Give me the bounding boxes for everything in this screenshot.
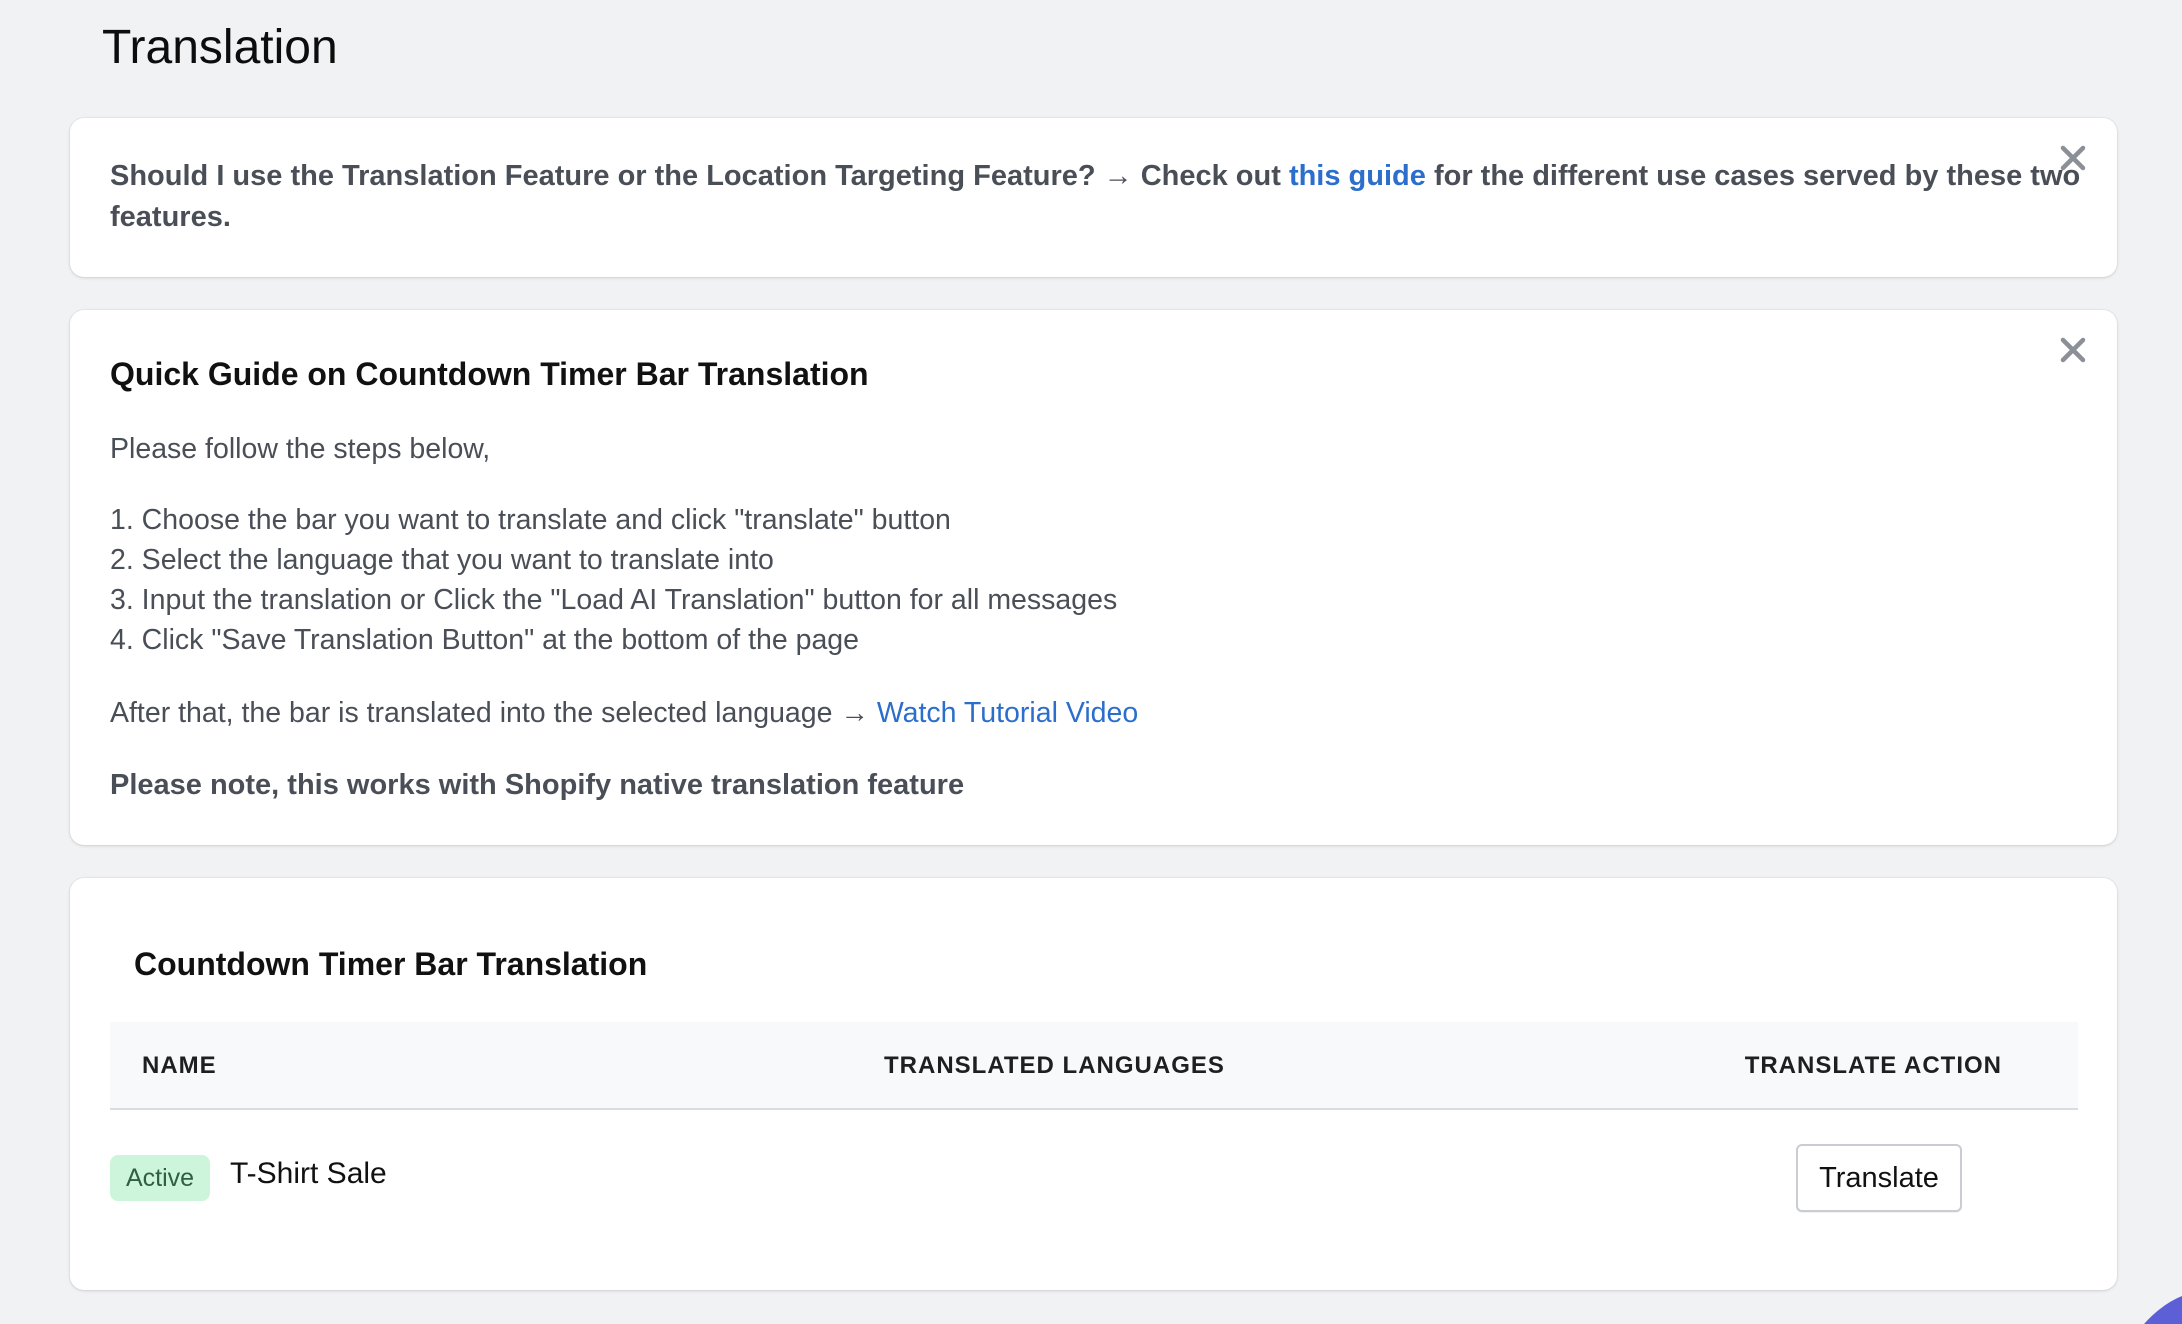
this-guide-link[interactable]: this guide [1289,160,1426,192]
status-badge: Active [110,1155,211,1201]
notice-text: Should I use the Translation Feature or … [110,156,2100,238]
guide-note: Please note, this works with Shopify nat… [110,769,965,801]
column-header-translate-action: TRANSLATE ACTION [1744,1052,2002,1079]
translation-table-card: Countdown Timer Bar Translation NAME TRA… [70,878,2117,1290]
guide-close-button[interactable] [2051,328,2095,372]
guide-step: 2. Select the language that you want to … [110,544,774,576]
corner-accent [2138,1296,2182,1324]
guide-intro: Please follow the steps below, [110,433,491,465]
translate-button[interactable]: Translate [1796,1144,1962,1212]
table-header: NAME TRANSLATED LANGUAGES TRANSLATE ACTI… [110,1022,2078,1110]
guide-step: 3. Input the translation or Click the "L… [110,584,1118,616]
guide-step: 1. Choose the bar you want to translate … [110,504,951,536]
guide-after-label: After that, the bar is translated into t… [110,697,877,729]
notice-card: Should I use the Translation Feature or … [70,118,2117,277]
close-icon [2060,337,2086,363]
close-icon [2060,145,2086,171]
column-header-name: NAME [142,1052,217,1079]
notice-close-button[interactable] [2051,136,2095,180]
bar-name: T-Shirt Sale [230,1157,387,1190]
guide-after-text: After that, the bar is translated into t… [110,693,1138,733]
table-row: Active T-Shirt Sale Translate [110,1110,2078,1240]
watch-tutorial-video-link[interactable]: Watch Tutorial Video [877,697,1138,729]
table-title: Countdown Timer Bar Translation [134,946,648,982]
page-title: Translation [102,21,338,74]
guide-step: 4. Click "Save Translation Button" at th… [110,624,860,656]
quick-guide-card: Quick Guide on Countdown Timer Bar Trans… [70,310,2117,845]
guide-steps: 1. Choose the bar you want to translate … [110,500,1117,660]
corner-triangle-icon [2144,1296,2182,1324]
column-header-translated-languages: TRANSLATED LANGUAGES [884,1052,1225,1079]
guide-title: Quick Guide on Countdown Timer Bar Trans… [110,356,869,392]
notice-text-before: Should I use the Translation Feature or … [110,160,1289,192]
